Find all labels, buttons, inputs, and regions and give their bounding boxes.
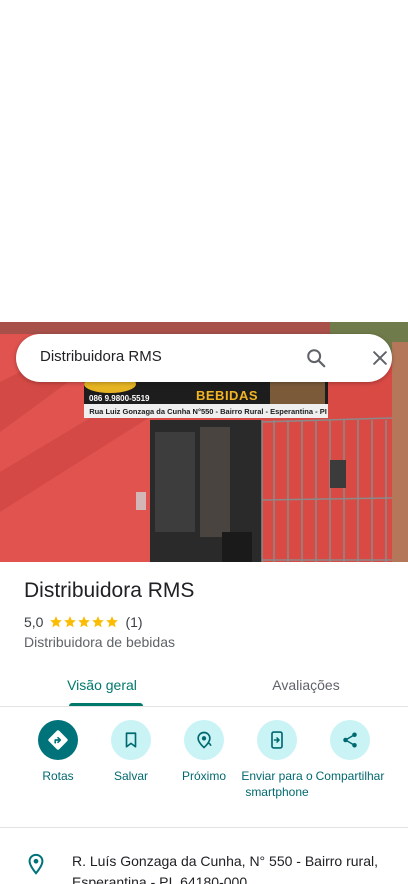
directions-icon (48, 730, 68, 750)
close-icon (373, 351, 387, 365)
star-rating (49, 615, 119, 629)
tab-bar: Visão geral Avaliações (0, 664, 408, 707)
send-to-phone-button[interactable]: Enviar para o smartphone (237, 720, 317, 800)
nearby-label: Próximo (181, 769, 226, 783)
nearby-button-circle[interactable] (184, 720, 224, 760)
sign-contact-text: 086 9.9800-5519 (89, 394, 150, 403)
place-title: Distribuidora RMS (24, 579, 195, 602)
sign-address-text: Rua Luiz Gonzaga da Cunha N°550 - Bairro… (89, 407, 327, 416)
send-to-phone-icon (271, 731, 283, 749)
tab-reviews[interactable]: Avaliações (204, 664, 408, 706)
share-label: Compartilhar (315, 769, 385, 783)
share-button[interactable]: Compartilhar (310, 720, 390, 784)
star-icon (106, 616, 119, 628)
send-to-phone-label: Enviar para o smartphone (241, 769, 313, 799)
active-tab-indicator (69, 703, 143, 706)
sign-title-text: BEBIDAS (196, 388, 259, 403)
directions-button-circle[interactable] (38, 720, 78, 760)
star-icon (64, 616, 77, 628)
directions-button[interactable]: Rotas (18, 720, 98, 784)
rating-row[interactable]: 5,0 (1) (24, 613, 143, 631)
rating-value: 5,0 (24, 614, 44, 630)
map-blank-area (0, 0, 408, 322)
save-button-circle[interactable] (111, 720, 151, 760)
search-icon (307, 349, 326, 368)
address-row[interactable]: R. Luís Gonzaga da Cunha, N° 550 - Bairr… (0, 840, 408, 884)
clear-search-button[interactable] (366, 344, 394, 372)
star-icon (92, 616, 105, 628)
save-button[interactable]: Salvar (91, 720, 171, 784)
place-details-page: 086 9.9800-5519 BEBIDAS Rua Luiz Gonzaga… (0, 0, 408, 884)
section-divider (0, 827, 408, 828)
send-to-phone-button-circle[interactable] (257, 720, 297, 760)
address-text: R. Luís Gonzaga da Cunha, N° 550 - Bairr… (72, 853, 378, 884)
review-count: (1) (125, 614, 143, 630)
nearby-button[interactable]: Próximo (164, 720, 244, 784)
bookmark-icon (125, 732, 137, 748)
tab-overview[interactable]: Visão geral (0, 664, 204, 706)
nearby-icon (197, 731, 212, 749)
star-icon (50, 616, 63, 628)
action-buttons: Rotas Salvar Próximo Enviar para o smart… (0, 720, 408, 820)
location-pin-icon (28, 853, 44, 875)
share-icon (343, 732, 357, 748)
search-input[interactable]: Distribuidora RMS (40, 348, 162, 365)
directions-label: Rotas (42, 769, 74, 783)
place-category[interactable]: Distribuidora de bebidas (24, 634, 175, 650)
search-bar[interactable]: Distribuidora RMS (16, 334, 392, 382)
save-label: Salvar (113, 769, 148, 783)
search-button[interactable] (302, 344, 330, 372)
share-button-circle[interactable] (330, 720, 370, 760)
star-icon (78, 616, 91, 628)
